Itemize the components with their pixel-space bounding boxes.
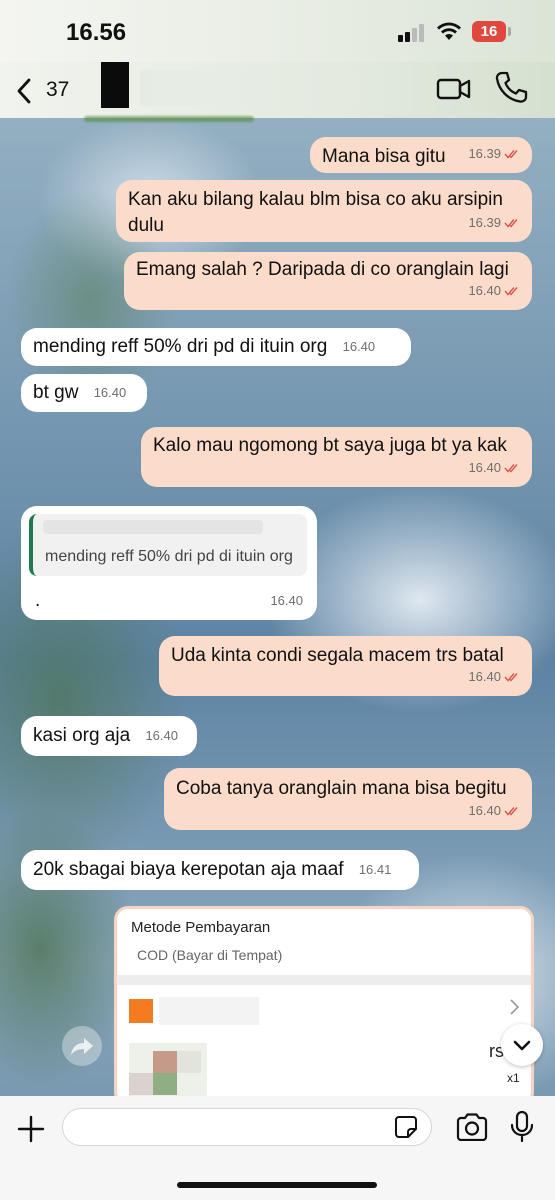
status-bar: 16.56 16 <box>0 0 555 62</box>
chevron-down-icon <box>513 1040 531 1051</box>
header-decoration <box>84 116 254 122</box>
quoted-sender <box>43 520 263 534</box>
redacted-shop-name <box>159 997 259 1025</box>
message-meta: 16.40 <box>468 455 520 481</box>
message-text: Emang salah ? Daripada di co oranglain l… <box>136 259 509 280</box>
scroll-to-bottom-button[interactable] <box>501 1024 543 1066</box>
quantity-label: x1 <box>507 1071 520 1085</box>
camera-icon <box>456 1113 488 1142</box>
message-time: 16.40 <box>468 803 501 818</box>
voice-message-button[interactable] <box>510 1110 534 1144</box>
attach-button[interactable] <box>16 1114 46 1144</box>
back-button[interactable]: 37 <box>14 74 84 108</box>
forward-button[interactable] <box>62 1026 102 1066</box>
share-icon <box>71 1038 93 1055</box>
status-time: 16.56 <box>66 19 127 46</box>
message-meta: 16.39 <box>468 210 520 236</box>
message-outgoing[interactable]: Coba tanya oranglain mana bisa begitu 16… <box>164 768 532 830</box>
contact-name[interactable] <box>140 70 360 106</box>
message-time: 16.40 <box>468 460 501 475</box>
message-outgoing[interactable]: Uda kinta condi segala macem trs batal 1… <box>159 636 532 696</box>
message-time: 16.40 <box>342 339 376 354</box>
message-meta: 16.39 <box>468 141 520 167</box>
back-chevron-icon <box>17 78 31 104</box>
microphone-icon <box>510 1110 534 1143</box>
double-check-icon <box>504 287 518 296</box>
message-incoming-reply[interactable]: mending reff 50% dri pd di ituin org . 1… <box>21 506 317 620</box>
message-outgoing[interactable]: Kan aku bilang kalau blm bisa co aku ars… <box>116 180 532 242</box>
double-check-icon <box>504 219 518 228</box>
payment-method-value: COD (Bayar di Tempat) <box>137 947 283 963</box>
voice-call-button[interactable] <box>494 70 528 106</box>
message-time: 16.40 <box>468 669 501 684</box>
product-thumbnail <box>129 1043 207 1103</box>
double-check-icon <box>504 464 518 473</box>
payment-method-title: Metode Pembayaran <box>131 919 271 936</box>
message-incoming[interactable]: 20k sbagai biaya kerepotan aja maaf 16.4… <box>21 850 419 890</box>
home-indicator[interactable] <box>177 1182 377 1188</box>
double-check-icon <box>504 807 518 816</box>
video-call-icon <box>436 78 471 100</box>
message-meta: 16.40 <box>468 278 520 304</box>
message-time: 16.40 <box>145 728 178 743</box>
camera-button[interactable] <box>455 1113 489 1142</box>
video-call-button[interactable] <box>436 72 472 106</box>
message-meta: 16.40 <box>468 798 520 824</box>
message-meta: 16.40 <box>468 664 520 690</box>
quoted-message[interactable]: mending reff 50% dri pd di ituin org <box>29 514 307 576</box>
message-time: 16.39 <box>468 146 501 161</box>
message-time: 16.40 <box>468 283 501 298</box>
double-check-icon <box>504 673 518 682</box>
card-divider <box>117 975 531 985</box>
message-text: 20k sbagai biaya kerepotan aja maaf <box>33 859 344 881</box>
message-text: kasi org aja <box>33 725 131 747</box>
message-text: mending reff 50% dri pd di ituin org <box>33 336 328 358</box>
cellular-signal-icon <box>398 24 428 42</box>
message-outgoing[interactable]: Emang salah ? Daripada di co oranglain l… <box>124 252 532 310</box>
double-check-icon <box>504 150 518 159</box>
message-time: 16.40 <box>93 385 127 400</box>
phone-icon <box>495 71 528 103</box>
sticker-icon <box>395 1116 417 1138</box>
sticker-button[interactable] <box>394 1115 418 1139</box>
unread-count: 37 <box>46 78 70 101</box>
shop-icon <box>129 999 153 1023</box>
message-outgoing[interactable]: Mana bisa gitu 16.39 <box>310 137 532 173</box>
battery-tip <box>508 27 511 36</box>
wifi-icon <box>437 22 461 40</box>
chevron-right-icon <box>510 999 520 1015</box>
avatar[interactable] <box>101 62 129 108</box>
message-time: 16.41 <box>358 862 392 877</box>
message-outgoing[interactable]: Kalo mau ngomong bt saya juga bt ya kak … <box>141 427 532 487</box>
quoted-text: mending reff 50% dri pd di ituin org <box>45 548 293 565</box>
message-incoming[interactable]: kasi org aja 16.40 <box>21 716 197 756</box>
message-input[interactable] <box>62 1108 432 1146</box>
message-time: 16.39 <box>468 215 501 230</box>
plus-icon <box>17 1115 45 1143</box>
message-text: . <box>35 590 41 611</box>
message-text: Kalo mau ngomong bt saya juga bt ya kak <box>153 435 507 456</box>
message-text: bt gw <box>33 382 79 404</box>
battery-indicator: 16 <box>472 21 506 42</box>
message-time: 16.40 <box>270 593 303 608</box>
composer-bar <box>0 1096 555 1200</box>
message-incoming[interactable]: bt gw 16.40 <box>21 374 147 412</box>
message-incoming[interactable]: mending reff 50% dri pd di ituin org 16.… <box>21 328 411 366</box>
payment-screenshot-message[interactable]: Metode Pembayaran COD (Bayar di Tempat) … <box>114 906 534 1106</box>
chat-header: 37 <box>0 62 555 118</box>
